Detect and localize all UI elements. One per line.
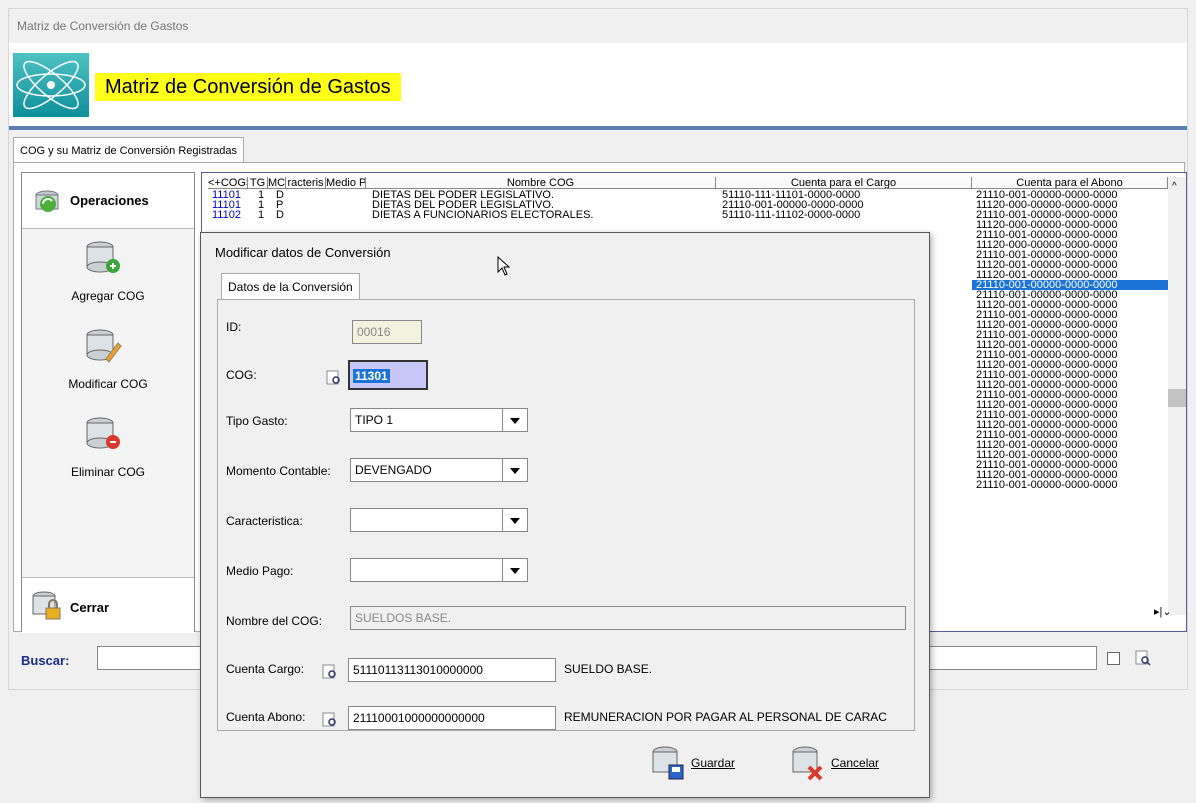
edit-cog-button[interactable]: Modificar COG	[22, 317, 194, 405]
delete-cog-label: Eliminar COG	[70, 465, 145, 479]
cuenta-abono-desc: REMUNERACION POR PAGAR AL PERSONAL DE CA…	[564, 710, 887, 724]
cell-cog: 11101	[212, 200, 241, 210]
cell-cargo: 51110-111-11102-0000-0000	[722, 210, 861, 220]
cancel-icon	[792, 746, 823, 781]
header-divider	[9, 126, 1187, 130]
tab-cog-registradas[interactable]: COG y su Matriz de Conversión Registrada…	[13, 137, 245, 163]
tab-datos-conversion[interactable]: Datos de la Conversión	[221, 273, 360, 299]
lock-database-icon	[32, 591, 61, 620]
id-label: ID:	[226, 320, 242, 334]
chevron-down-icon[interactable]	[502, 559, 527, 581]
nombre-cog-label: Nombre del COG:	[226, 614, 323, 628]
cell-cargo: 51110-111-11101-0000-0000	[722, 190, 861, 200]
cog-value: 11301	[353, 369, 390, 383]
cell-mc: P	[276, 200, 284, 210]
add-cog-label: Agregar COG	[71, 289, 145, 303]
momento-value: DEVENGADO	[355, 463, 432, 477]
cell-tg: 1	[258, 200, 265, 210]
operations-sidebar: Operaciones Agregar COG Modificar COG El…	[21, 172, 195, 633]
cuenta-cargo-desc: SUELDO BASE.	[564, 662, 653, 676]
cuenta-abono-label: Cuenta Abono:	[226, 710, 306, 724]
operations-header: Operaciones	[22, 173, 194, 229]
close-button[interactable]: Cerrar	[22, 577, 194, 633]
medio-pago-select[interactable]	[350, 558, 528, 582]
cell-nombre: DIETAS DEL PODER LEGISLATIVO.	[372, 200, 554, 210]
col-header-medio-pago[interactable]: Medio Pa	[326, 177, 366, 189]
cell-cargo: 21110-001-00000-0000-0000	[722, 200, 864, 210]
cell-nombre: DIETAS DEL PODER LEGISLATIVO.	[372, 190, 554, 200]
table-row[interactable]: 11101 1 D DIETAS DEL PODER LEGISLATIVO. …	[208, 190, 968, 200]
search-label: Buscar:	[21, 653, 70, 668]
momento-label: Momento Contable:	[226, 464, 331, 478]
add-cog-button[interactable]: Agregar COG	[22, 229, 194, 317]
table-row[interactable]: 11101 1 P DIETAS DEL PODER LEGISLATIVO. …	[208, 200, 968, 210]
caracteristica-select[interactable]	[350, 508, 528, 532]
page-title: Matriz de Conversión de Gastos	[95, 73, 401, 101]
col-header-cog[interactable]: <+COG>	[208, 177, 248, 189]
cell-mc: D	[276, 210, 284, 220]
database-edit-icon	[86, 329, 122, 363]
dialog-form: ID: 00016 COG: 11301 Tipo Gasto: TIPO 1 …	[217, 299, 915, 731]
cell-tg: 1	[258, 190, 265, 200]
caracteristica-label: Caracteristica:	[226, 514, 303, 528]
col-header-tg[interactable]: TG	[248, 177, 268, 189]
dialog-title: Modificar datos de Conversión	[215, 245, 391, 260]
cell-cog: 11102	[212, 210, 241, 220]
database-remove-icon	[86, 417, 120, 449]
title-bar: Matriz de Conversión de Gastos	[9, 9, 1187, 43]
cell-nombre: DIETAS A FUNCIONARIOS ELECTORALES.	[372, 210, 594, 220]
window-title: Matriz de Conversión de Gastos	[17, 19, 189, 33]
edit-conversion-dialog: Modificar datos de Conversión Datos de l…	[200, 232, 930, 798]
operations-title: Operaciones	[70, 193, 149, 208]
mouse-cursor-icon	[497, 256, 511, 276]
chevron-down-icon[interactable]	[502, 509, 527, 531]
save-icon	[652, 746, 684, 780]
chevron-down-icon[interactable]	[502, 409, 527, 431]
lookup-icon[interactable]	[322, 712, 338, 728]
table-row[interactable]: 11102 1 D DIETAS A FUNCIONARIOS ELECTORA…	[208, 210, 968, 220]
scroll-thumb[interactable]	[1168, 389, 1186, 407]
search-checkbox[interactable]	[1107, 652, 1120, 665]
header-banner: Matriz de Conversión de Gastos	[9, 43, 1187, 129]
col-header-nombre-cog[interactable]: Nombre COG	[366, 177, 716, 189]
col-header-cuenta-abono[interactable]: Cuenta para el Abono	[972, 177, 1168, 189]
lookup-icon[interactable]	[326, 370, 342, 386]
refresh-icon	[35, 190, 59, 212]
cog-label: COG:	[226, 368, 257, 382]
tipo-gasto-select[interactable]: TIPO 1	[350, 408, 528, 432]
cell-tg: 1	[258, 210, 265, 220]
lookup-icon[interactable]	[322, 664, 338, 680]
col-header-cuenta-cargo[interactable]: Cuenta para el Cargo	[716, 177, 972, 189]
cancel-button[interactable]: Cancelar	[791, 745, 901, 781]
col-header-caracteristica[interactable]: racteris	[286, 177, 326, 189]
vertical-scrollbar[interactable]: ^	[1168, 177, 1186, 615]
scroll-up-icon[interactable]: ^	[1172, 181, 1177, 192]
medio-pago-label: Medio Pago:	[226, 564, 294, 578]
edit-cog-label: Modificar COG	[68, 377, 148, 391]
save-button[interactable]: Guardar	[651, 745, 751, 781]
cuenta-cargo-input[interactable]: 51110113113010000000	[348, 658, 556, 682]
table-row[interactable]: 21110-001-00000-0000-0000	[972, 480, 1168, 491]
tipo-gasto-value: TIPO 1	[355, 413, 394, 427]
search-icon[interactable]	[1135, 650, 1151, 666]
tipo-gasto-label: Tipo Gasto:	[226, 414, 288, 428]
save-label: Guardar	[691, 756, 736, 770]
delete-cog-button[interactable]: Eliminar COG	[22, 405, 194, 493]
col-header-mc[interactable]: MC	[268, 177, 286, 189]
cog-input[interactable]: 11301	[348, 360, 428, 390]
nombre-cog-field: SUELDOS BASE.	[350, 606, 906, 630]
momento-select[interactable]: DEVENGADO	[350, 458, 528, 482]
chevron-down-icon[interactable]	[502, 459, 527, 481]
database-add-icon	[86, 241, 120, 273]
cuenta-abono-input[interactable]: 21110001000000000000	[348, 706, 556, 730]
cuenta-cargo-label: Cuenta Cargo:	[226, 662, 305, 676]
cancel-label: Cancelar	[831, 756, 880, 770]
scroll-arrows[interactable]: ▸|⌄	[1154, 605, 1186, 623]
atom-logo-icon	[13, 53, 89, 117]
cell-mc: D	[276, 190, 284, 200]
id-field: 00016	[352, 320, 422, 344]
close-label: Cerrar	[70, 600, 110, 615]
abono-column: 21110-001-00000-0000-0000 11120-000-0000…	[972, 190, 1168, 491]
cell-cog: 11101	[212, 190, 241, 200]
